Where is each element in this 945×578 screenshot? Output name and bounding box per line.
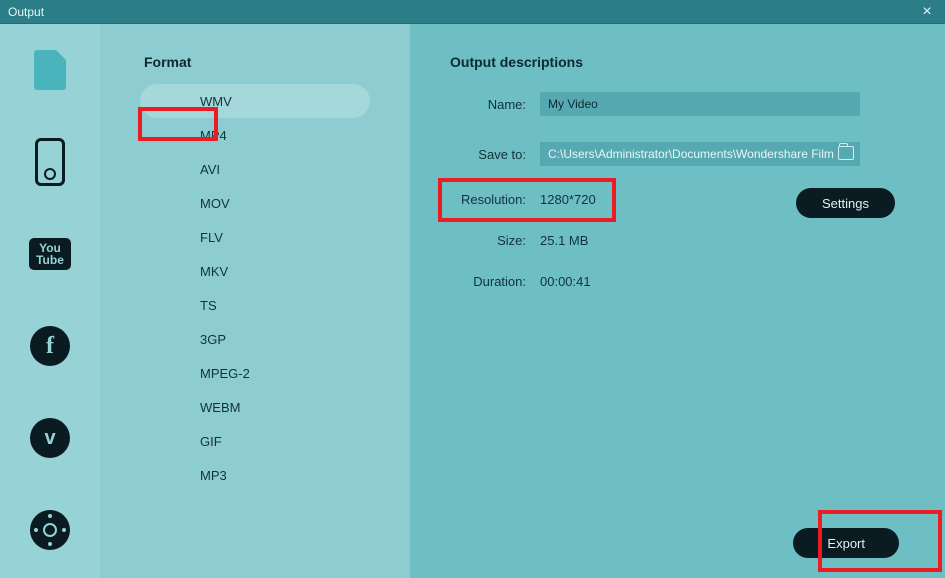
sidebar-item-youtube[interactable]: You Tube [26, 230, 74, 278]
row-size: Size: 25.1 MB [450, 233, 905, 248]
format-panel: Format WMVMP4AVIMOVFLVMKVTS3GPMPEG-2WEBM… [100, 24, 410, 578]
name-value: My Video [548, 97, 598, 111]
disc-icon [30, 510, 70, 550]
format-item-mkv[interactable]: MKV [140, 254, 370, 288]
titlebar: Output × [0, 0, 945, 24]
facebook-icon: f [30, 326, 70, 366]
vimeo-icon: v [30, 418, 70, 458]
format-item-gif[interactable]: GIF [140, 424, 370, 458]
resolution-label: Resolution: [450, 192, 540, 207]
format-item-webm[interactable]: WEBM [140, 390, 370, 424]
size-value: 25.1 MB [540, 233, 905, 248]
folder-icon[interactable] [838, 146, 854, 160]
sidebar-item-facebook[interactable]: f [26, 322, 74, 370]
format-item-ts[interactable]: TS [140, 288, 370, 322]
saveto-label: Save to: [450, 147, 540, 162]
window-body: You Tube f v Format WMVMP4AVIMOVFLVMKVTS… [0, 24, 945, 578]
format-item-flv[interactable]: FLV [140, 220, 370, 254]
window-title: Output [8, 5, 44, 19]
row-name: Name: My Video [450, 92, 905, 116]
sidebar: You Tube f v [0, 24, 100, 578]
saveto-value: C:\Users\Administrator\Documents\Wonders… [548, 147, 834, 161]
phone-icon [35, 138, 65, 186]
youtube-icon: You Tube [29, 238, 71, 270]
row-duration: Duration: 00:00:41 [450, 274, 905, 289]
sidebar-item-device[interactable] [26, 138, 74, 186]
duration-label: Duration: [450, 274, 540, 289]
format-item-mov[interactable]: MOV [140, 186, 370, 220]
format-item-avi[interactable]: AVI [140, 152, 370, 186]
export-button[interactable]: Export [793, 528, 899, 558]
saveto-input[interactable]: C:\Users\Administrator\Documents\Wonders… [540, 142, 860, 166]
sidebar-item-format[interactable] [26, 46, 74, 94]
duration-value: 00:00:41 [540, 274, 905, 289]
close-icon[interactable]: × [917, 3, 937, 21]
row-resolution: Resolution: 1280*720 Settings [450, 192, 905, 207]
details-heading: Output descriptions [450, 54, 905, 92]
format-item-3gp[interactable]: 3GP [140, 322, 370, 356]
file-icon [34, 50, 66, 90]
size-label: Size: [450, 233, 540, 248]
row-saveto: Save to: C:\Users\Administrator\Document… [450, 142, 905, 166]
sidebar-item-vimeo[interactable]: v [26, 414, 74, 462]
sidebar-item-dvd[interactable] [26, 506, 74, 554]
settings-button[interactable]: Settings [796, 188, 895, 218]
format-item-mpeg-2[interactable]: MPEG-2 [140, 356, 370, 390]
output-window: Output × You Tube f v [0, 0, 945, 578]
format-heading: Format [100, 54, 410, 84]
format-list: WMVMP4AVIMOVFLVMKVTS3GPMPEG-2WEBMGIFMP3 [100, 84, 410, 492]
format-item-mp4[interactable]: MP4 [140, 118, 370, 152]
name-input[interactable]: My Video [540, 92, 860, 116]
name-label: Name: [450, 97, 540, 112]
format-item-wmv[interactable]: WMV [140, 84, 370, 118]
format-item-mp3[interactable]: MP3 [140, 458, 370, 492]
details-panel: Output descriptions Name: My Video Save … [410, 24, 945, 578]
